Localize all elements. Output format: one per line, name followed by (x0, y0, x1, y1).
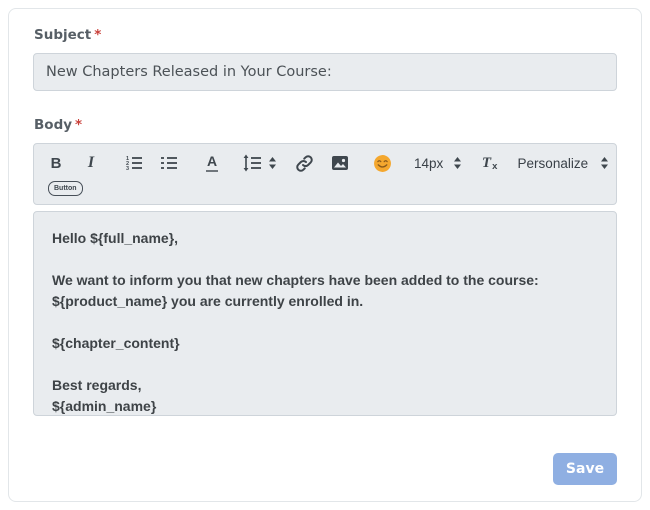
editor-line: We want to inform you that new chapters … (52, 270, 598, 312)
text-color-icon: A (206, 154, 218, 172)
toolbar-row-1: B I 123 (46, 149, 606, 177)
link-icon (295, 154, 314, 173)
italic-icon: I (88, 154, 94, 172)
subject-label: Subject* (34, 27, 617, 44)
line-height-button[interactable] (243, 150, 276, 176)
unordered-list-button[interactable] (159, 150, 179, 176)
editor-line: Best regards, (52, 375, 598, 396)
svg-text:3: 3 (126, 166, 129, 172)
subject-label-text: Subject (34, 27, 91, 43)
editor-line: ${chapter_content} (52, 333, 598, 354)
personalize-caret-icon (600, 156, 609, 170)
bold-button[interactable]: B (46, 150, 66, 176)
editor-line: Hello ${full_name}, (52, 228, 598, 249)
image-button[interactable] (330, 150, 350, 176)
email-template-card: Subject* Body* B I 123 (8, 8, 642, 502)
subject-input[interactable] (33, 53, 617, 91)
editor-line (52, 249, 598, 270)
emoji-icon (373, 154, 392, 173)
bold-icon: B (51, 155, 62, 172)
editor-line (52, 354, 598, 375)
personalize-button[interactable]: Personalize (521, 150, 606, 176)
font-size-button[interactable]: 14px (416, 150, 461, 176)
italic-button[interactable]: I (81, 150, 101, 176)
emoji-button[interactable] (373, 150, 393, 176)
unordered-list-icon (160, 154, 178, 172)
line-height-icon (242, 154, 262, 172)
clear-format-sub: x (492, 161, 497, 172)
body-label-text: Body (34, 117, 72, 133)
clear-format-button[interactable]: T x (480, 150, 500, 176)
font-size-value: 14px (414, 156, 443, 171)
text-color-button[interactable]: A (202, 150, 222, 176)
clear-format-icon: T (482, 155, 491, 172)
save-button[interactable]: Save (553, 453, 617, 485)
ordered-list-icon: 123 (125, 154, 143, 172)
spacer (33, 91, 617, 117)
image-icon (331, 154, 349, 172)
ordered-list-button[interactable]: 123 (124, 150, 144, 176)
editor-line (52, 312, 598, 333)
font-size-caret-icon (453, 156, 462, 170)
editor-toolbar: B I 123 (33, 143, 617, 205)
editor-line: ${admin_name} (52, 396, 598, 416)
toolbar-row-2: Button (46, 177, 606, 199)
link-button[interactable] (295, 150, 315, 176)
actions-row: Save (33, 453, 617, 485)
body-editor-area[interactable]: Hello ${full_name}, We want to inform yo… (33, 211, 617, 416)
body-required-mark: * (75, 117, 82, 133)
subject-required-mark: * (94, 27, 101, 43)
body-label: Body* (34, 117, 617, 134)
line-height-caret-icon (268, 156, 277, 170)
personalize-label: Personalize (518, 156, 589, 171)
insert-button-chip[interactable]: Button (48, 181, 83, 196)
